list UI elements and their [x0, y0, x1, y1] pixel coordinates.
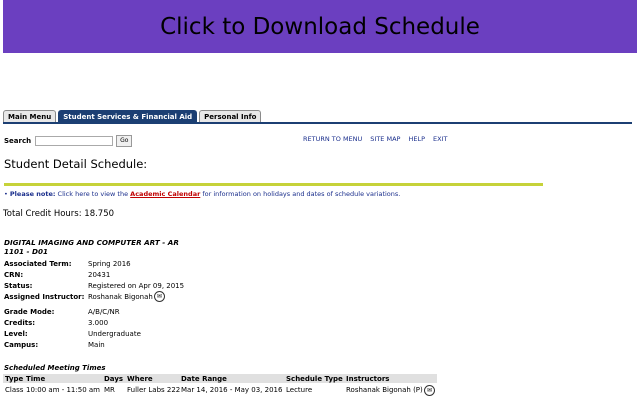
banner-label: Click to Download Schedule [160, 13, 480, 40]
detail-value: Roshanak Bigonah [88, 292, 153, 301]
header-where: Where [127, 375, 153, 383]
detail-key: Credits: [4, 318, 36, 327]
header-instructors: Instructors [346, 375, 390, 383]
course-details: Associated Term: Spring 2016 CRN: 20431 … [4, 258, 184, 350]
note-text-1[interactable]: Click here to view the [55, 190, 130, 198]
detail-row-credits: Credits: 3.000 [4, 317, 184, 328]
meeting-times-header: Type Time Days Where Date Range Schedule… [3, 374, 437, 383]
detail-value: Spring 2016 [88, 259, 131, 268]
detail-key: Assigned Instructor: [4, 292, 85, 301]
cell-date-range: Mar 14, 2016 - May 03, 2016 [181, 386, 283, 394]
cell-instructors: Roshanak Bigonah (P) [346, 386, 423, 394]
detail-key: Campus: [4, 340, 39, 349]
course-title-line-2: 1101 - D01 [4, 247, 48, 256]
detail-key: Grade Mode: [4, 307, 55, 316]
detail-value: A/B/C/NR [88, 307, 120, 316]
detail-value: 3.000 [88, 318, 109, 327]
cell-type: Class [5, 386, 24, 394]
cell-schedule-type: Lecture [286, 386, 313, 394]
detail-key: Associated Term: [4, 259, 72, 268]
detail-value: 20431 [88, 270, 111, 279]
top-links: RETURN TO MENU SITE MAP HELP EXIT [303, 135, 447, 143]
note-prefix: Please note: [9, 190, 56, 198]
help-link[interactable]: HELP [408, 135, 425, 143]
detail-key: Level: [4, 329, 28, 338]
cell-time: 10:00 am - 11:50 am [26, 386, 100, 394]
note-text-2: for information on holidays and dates of… [200, 190, 401, 198]
search-label: Search [4, 137, 32, 145]
calendar-note: • Please note: Click here to view the Ac… [4, 190, 400, 198]
detail-row-instructor: Assigned Instructor: Roshanak Bigonah ✉ [4, 291, 184, 302]
table-row: Class 10:00 am - 11:50 am MR Fuller Labs… [3, 385, 437, 396]
academic-calendar-link[interactable]: Academic Calendar [130, 190, 200, 198]
detail-row-term: Associated Term: Spring 2016 [4, 258, 184, 269]
detail-value: Main [88, 340, 105, 349]
tab-divider [3, 122, 632, 124]
header-schedule-type: Schedule Type [286, 375, 343, 383]
course-title-line-1: DIGITAL IMAGING AND COMPUTER ART - AR [4, 238, 179, 247]
detail-key: Status: [4, 281, 33, 290]
email-icon[interactable]: ✉ [424, 385, 435, 396]
detail-row-status: Status: Registered on Apr 09, 2015 [4, 280, 184, 291]
email-icon[interactable]: ✉ [153, 291, 165, 302]
meeting-times-caption: Scheduled Meeting Times [4, 364, 106, 372]
header-type: Type [5, 375, 24, 383]
cell-days: MR [104, 386, 115, 394]
return-to-menu-link[interactable]: RETURN TO MENU [303, 135, 362, 143]
site-map-link[interactable]: SITE MAP [370, 135, 400, 143]
header-days: Days [104, 375, 124, 383]
course-title: DIGITAL IMAGING AND COMPUTER ART - AR 11… [4, 238, 179, 256]
cell-where: Fuller Labs 222 [127, 386, 181, 394]
bullet-icon: • [4, 190, 8, 198]
page-title: Student Detail Schedule: [4, 157, 148, 171]
detail-row-crn: CRN: 20431 [4, 269, 184, 280]
detail-key: CRN: [4, 270, 24, 279]
detail-value: Undergraduate [88, 329, 141, 338]
search-bar: Search Go [4, 135, 133, 147]
header-time: Time [26, 375, 46, 383]
search-input[interactable] [35, 136, 114, 146]
detail-row-level: Level: Undergraduate [4, 328, 184, 339]
go-button[interactable]: Go [116, 135, 133, 147]
header-date-range: Date Range [181, 375, 227, 383]
detail-row-campus: Campus: Main [4, 339, 184, 350]
detail-row-grade-mode: Grade Mode: A/B/C/NR [4, 306, 184, 317]
section-divider [4, 183, 543, 186]
total-credit-hours: Total Credit Hours: 18.750 [3, 209, 115, 219]
download-schedule-banner[interactable]: Click to Download Schedule [3, 0, 637, 53]
exit-link[interactable]: EXIT [433, 135, 447, 143]
detail-value: Registered on Apr 09, 2015 [88, 281, 185, 290]
